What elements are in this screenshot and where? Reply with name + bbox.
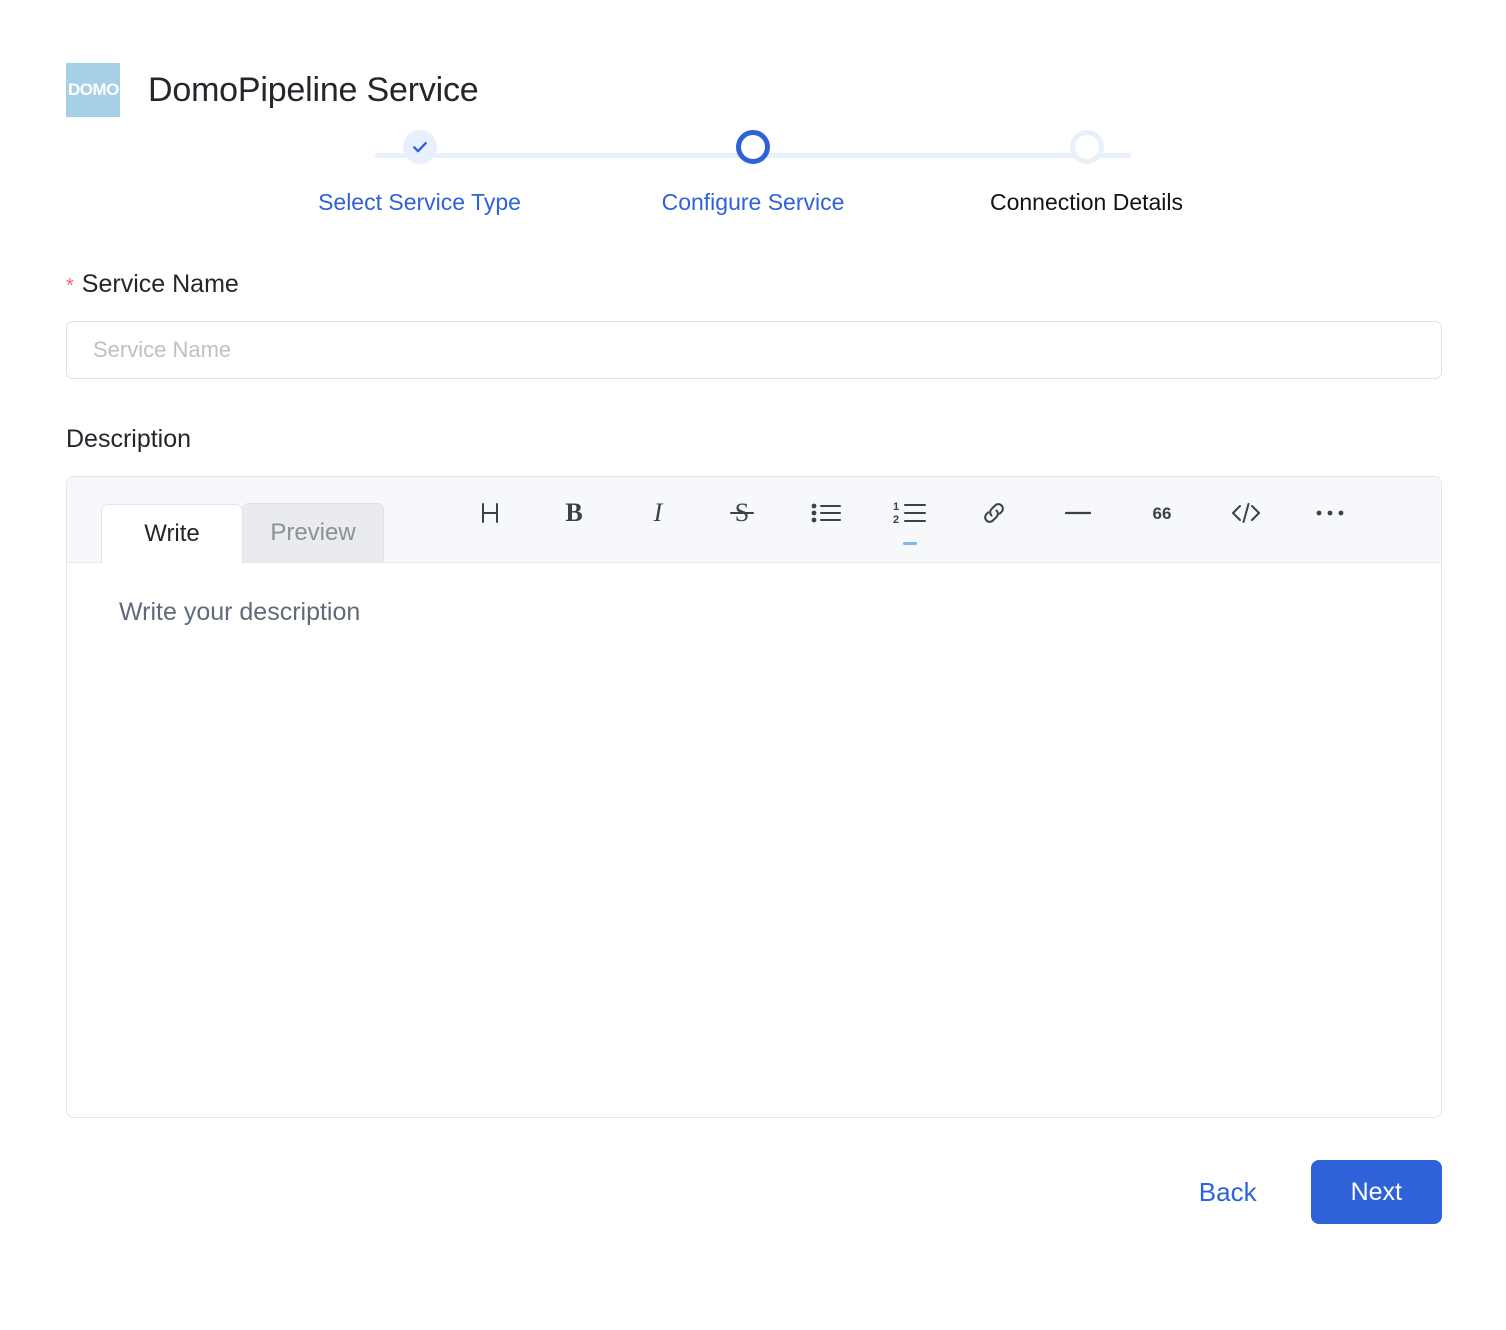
next-button[interactable]: Next [1310, 1160, 1442, 1224]
strikethrough-glyph: S [730, 498, 754, 527]
svg-text:1: 1 [893, 501, 899, 513]
page-header: DOMO DomoPipeline Service [0, 0, 1506, 122]
numbered-list-glyph: 1 2 [893, 501, 926, 526]
service-name-label-text: Service Name [81, 270, 239, 298]
ellipsis-glyph [1316, 510, 1344, 515]
description-label-text: Description [66, 425, 192, 453]
bulleted-list-icon[interactable] [784, 490, 868, 536]
heading-glyph [482, 502, 498, 523]
service-name-input[interactable] [66, 321, 1442, 379]
quote-glyph: 66 [1153, 504, 1172, 523]
toolbar-indicator [903, 541, 917, 545]
back-button[interactable]: Back [1197, 1171, 1259, 1214]
step-label: Configure Service [661, 189, 845, 215]
svg-text:2: 2 [893, 514, 899, 526]
description-placeholder: Write your description [119, 598, 361, 626]
step-connection-details[interactable]: Connection Details [920, 130, 1253, 215]
description-label: Description [66, 425, 1442, 454]
domo-logo-icon: DOMO [66, 63, 120, 117]
editor-toolbar: Write Preview B I S 1 2 66 [67, 477, 1441, 563]
tab-preview[interactable]: Preview [242, 503, 384, 562]
bulleted-list-glyph [811, 503, 841, 522]
strikethrough-icon[interactable]: S [700, 490, 784, 536]
svg-text:66: 66 [1153, 504, 1172, 523]
more-options-icon[interactable] [1288, 490, 1372, 536]
horizontal-rule-icon[interactable] [1036, 490, 1120, 536]
editor-tabs: Write Preview [67, 477, 384, 563]
italic-glyph: I [653, 498, 664, 527]
service-name-label: * Service Name [66, 270, 1442, 299]
step-marker-completed [402, 130, 437, 164]
required-asterisk: * [66, 275, 74, 297]
bold-icon[interactable]: B [532, 490, 616, 536]
heading-icon[interactable] [448, 490, 532, 536]
tab-write[interactable]: Write [101, 504, 243, 563]
form-spacer [66, 379, 1442, 425]
quote-icon[interactable]: 66 [1120, 490, 1204, 536]
description-textarea[interactable]: Write your description [67, 563, 1441, 1117]
svg-text:I: I [653, 498, 664, 527]
check-icon [412, 141, 427, 153]
wizard-stepper: Select Service Type Configure Service Co… [253, 122, 1253, 242]
step-label: Connection Details [989, 189, 1184, 215]
step-select-service-type[interactable]: Select Service Type [253, 130, 586, 215]
step-marker-pending [1069, 130, 1104, 164]
wizard-footer: Back Next [0, 1118, 1506, 1224]
page-title: DomoPipeline Service [148, 71, 479, 109]
numbered-list-icon[interactable]: 1 2 [868, 490, 952, 545]
italic-icon[interactable]: I [616, 490, 700, 536]
step-configure-service[interactable]: Configure Service [587, 130, 920, 215]
bold-glyph: B [565, 498, 582, 527]
service-configuration-page: DOMO DomoPipeline Service Select Service… [0, 0, 1506, 1330]
description-editor: Write Preview B I S 1 2 66 Write your de… [66, 476, 1442, 1118]
step-marker-active [736, 130, 770, 164]
link-glyph [984, 502, 1004, 523]
link-icon[interactable] [952, 490, 1036, 536]
code-icon[interactable] [1204, 490, 1288, 536]
service-form: * Service Name Description Write Preview [0, 242, 1506, 1118]
editor-tool-buttons: B I S 1 2 66 [448, 477, 1372, 562]
horizontal-rule-glyph [1064, 511, 1092, 514]
logo-text: DOMO [68, 80, 119, 99]
step-label: Select Service Type [318, 189, 521, 215]
svg-text:B: B [565, 498, 582, 527]
code-glyph [1232, 502, 1260, 523]
